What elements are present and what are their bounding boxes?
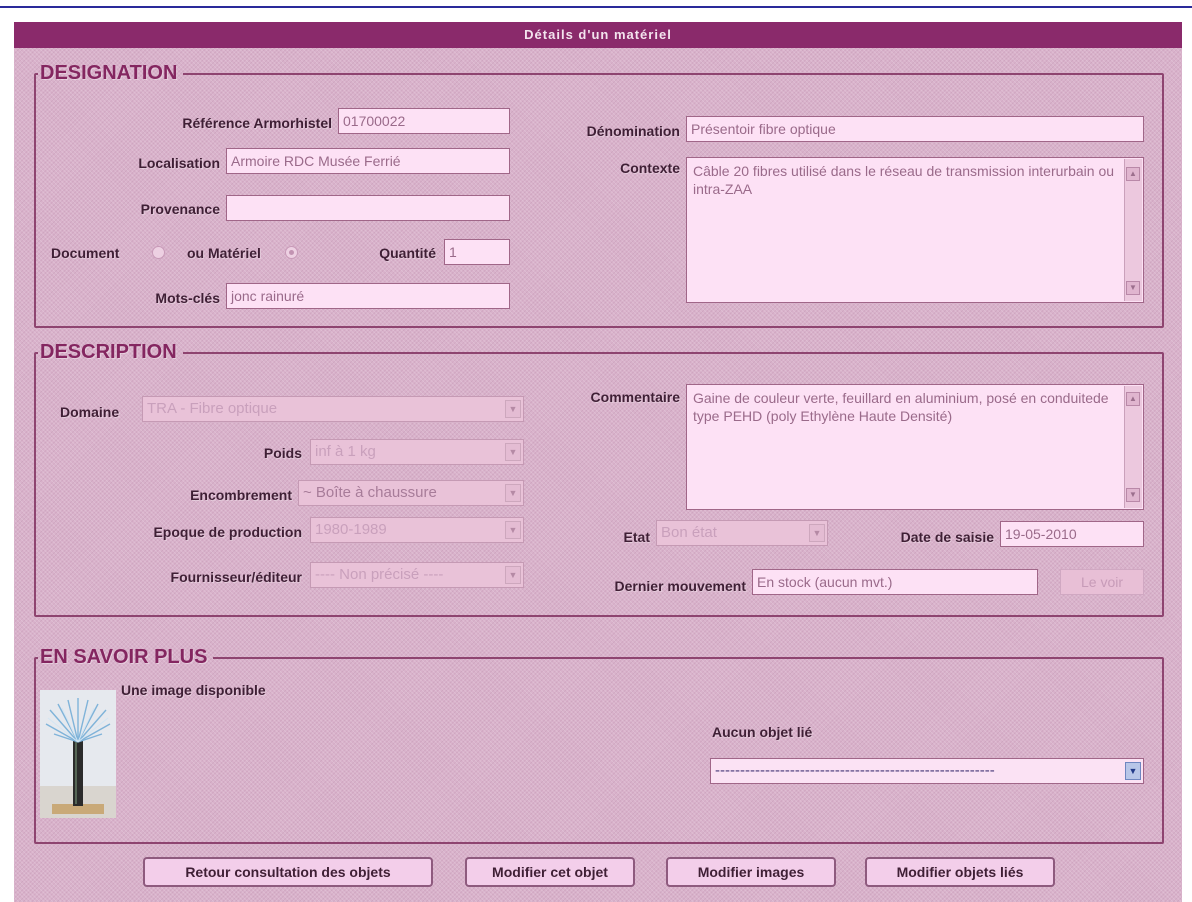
scroll-down-icon[interactable]: ▼ xyxy=(1126,488,1140,502)
panel-title: Détails d'un matériel xyxy=(14,22,1182,48)
chevron-down-icon[interactable]: ▼ xyxy=(1125,762,1141,780)
objets-lies-select[interactable]: ----------------------------------------… xyxy=(710,758,1144,784)
objets-lies-value: ----------------------------------------… xyxy=(715,762,995,779)
fournisseur-label: Fournisseur/éditeur xyxy=(170,569,302,585)
le-voir-button[interactable]: Le voir xyxy=(1060,569,1144,595)
materiel-radio[interactable] xyxy=(285,246,298,259)
description-legend: DESCRIPTION xyxy=(40,341,177,363)
modifier-objets-lies-button[interactable]: Modifier objets liés xyxy=(865,857,1055,887)
object-thumbnail[interactable] xyxy=(40,690,116,818)
top-rule xyxy=(0,6,1192,8)
date-saisie-label: Date de saisie xyxy=(900,529,994,545)
provenance-field[interactable] xyxy=(226,195,510,221)
en-savoir-plus-legend: EN SAVOIR PLUS xyxy=(40,646,208,668)
localisation-field[interactable]: Armoire RDC Musée Ferrié xyxy=(226,148,510,174)
date-saisie-field[interactable]: 19-05-2010 xyxy=(1000,521,1144,547)
reference-field[interactable]: 01700022 xyxy=(338,108,510,134)
designation-legend: DESIGNATION xyxy=(40,62,178,84)
retour-consultation-button[interactable]: Retour consultation des objets xyxy=(143,857,433,887)
fournisseur-select[interactable]: ---- Non précisé ---- ▼ xyxy=(310,562,524,588)
epoque-select[interactable]: 1980-1989 ▼ xyxy=(310,517,524,543)
localisation-label: Localisation xyxy=(138,155,220,171)
domaine-select[interactable]: TRA - Fibre optique ▼ xyxy=(142,396,524,422)
provenance-label: Provenance xyxy=(140,201,220,217)
epoque-value: 1980-1989 xyxy=(315,521,387,538)
mots-cles-field[interactable]: jonc rainuré xyxy=(226,283,510,309)
contexte-label: Contexte xyxy=(620,160,680,176)
etat-select[interactable]: Bon état ▼ xyxy=(656,520,828,546)
chevron-down-icon[interactable]: ▼ xyxy=(809,524,825,542)
mots-cles-label: Mots-clés xyxy=(155,290,220,306)
fournisseur-value: ---- Non précisé ---- xyxy=(315,566,444,583)
poids-select[interactable]: inf à 1 kg ▼ xyxy=(310,439,524,465)
commentaire-scrollbar[interactable]: ▲ ▼ xyxy=(1124,386,1142,508)
poids-value: inf à 1 kg xyxy=(315,443,376,460)
commentaire-textarea[interactable]: Gaine de couleur verte, feuillard en alu… xyxy=(686,384,1144,510)
document-radio[interactable] xyxy=(152,246,165,259)
quantite-field[interactable]: 1 xyxy=(444,239,510,265)
document-label: Document xyxy=(51,245,120,261)
encombrement-label: Encombrement xyxy=(190,487,292,503)
chevron-down-icon[interactable]: ▼ xyxy=(505,400,521,418)
scroll-down-icon[interactable]: ▼ xyxy=(1126,281,1140,295)
materiel-label: ou Matériel xyxy=(187,245,261,261)
encombrement-value: ~ Boîte à chaussure xyxy=(303,484,437,501)
objets-lies-label: Aucun objet lié xyxy=(712,724,813,740)
modifier-objet-button[interactable]: Modifier cet objet xyxy=(465,857,635,887)
commentaire-text: Gaine de couleur verte, feuillard en alu… xyxy=(693,390,1109,424)
domaine-label: Domaine xyxy=(60,404,120,420)
encombrement-select[interactable]: ~ Boîte à chaussure ▼ xyxy=(298,480,524,506)
chevron-down-icon[interactable]: ▼ xyxy=(505,484,521,502)
chevron-down-icon[interactable]: ▼ xyxy=(505,521,521,539)
contexte-text: Câble 20 fibres utilisé dans le réseau d… xyxy=(693,163,1115,197)
chevron-down-icon[interactable]: ▼ xyxy=(505,566,521,584)
scroll-up-icon[interactable]: ▲ xyxy=(1126,167,1140,181)
etat-value: Bon état xyxy=(661,524,717,541)
dernier-mouvement-field[interactable]: En stock (aucun mvt.) xyxy=(752,569,1038,595)
reference-label: Référence Armorhistel xyxy=(182,115,332,131)
etat-label: Etat xyxy=(623,529,650,545)
modifier-images-button[interactable]: Modifier images xyxy=(666,857,836,887)
commentaire-label: Commentaire xyxy=(590,389,680,405)
epoque-label: Epoque de production xyxy=(153,524,302,540)
domaine-value: TRA - Fibre optique xyxy=(147,400,278,417)
scroll-up-icon[interactable]: ▲ xyxy=(1126,392,1140,406)
denomination-field[interactable]: Présentoir fibre optique xyxy=(686,116,1144,142)
dernier-mouvement-label: Dernier mouvement xyxy=(614,578,746,594)
poids-label: Poids xyxy=(263,445,302,461)
chevron-down-icon[interactable]: ▼ xyxy=(505,443,521,461)
quantite-label: Quantité xyxy=(379,245,436,261)
en-savoir-plus-section: EN SAVOIR PLUS xyxy=(34,646,1164,844)
contexte-textarea[interactable]: Câble 20 fibres utilisé dans le réseau d… xyxy=(686,157,1144,303)
contexte-scrollbar[interactable]: ▲ ▼ xyxy=(1124,159,1142,301)
denomination-label: Dénomination xyxy=(586,123,680,139)
fiber-cable-image xyxy=(40,690,116,818)
image-count-label: Une image disponible xyxy=(121,682,266,698)
